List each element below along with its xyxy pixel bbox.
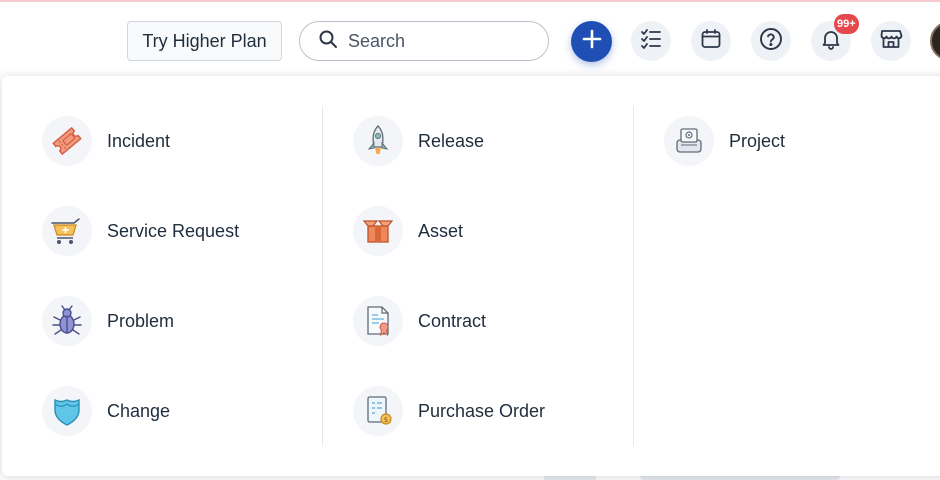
- top-header: Try Higher Plan Search 99+: [0, 0, 940, 80]
- help-button[interactable]: [751, 21, 791, 61]
- purchase-order-icon: $: [353, 386, 403, 436]
- menu-item-label: Change: [107, 400, 171, 421]
- marketplace-store-icon: [879, 27, 903, 56]
- menu-item-release[interactable]: Release: [353, 116, 484, 166]
- menu-item-project[interactable]: Project: [664, 116, 785, 166]
- menu-item-change[interactable]: Change: [42, 386, 170, 436]
- ticket-icon: [42, 116, 92, 166]
- calendar-button[interactable]: [691, 21, 731, 61]
- menu-item-label: Contract: [418, 310, 487, 331]
- menu-item-asset[interactable]: Asset: [353, 206, 463, 256]
- box-icon: [353, 206, 403, 256]
- menu-item-label: Service Request: [107, 220, 240, 241]
- menu-item-service-request[interactable]: Service Request: [42, 206, 239, 256]
- menu-item-label: Incident: [107, 130, 171, 151]
- project-kanban-icon: [664, 116, 714, 166]
- rocket-icon: [353, 116, 403, 166]
- add-icon: [581, 28, 603, 55]
- shopping-cart-icon: [42, 206, 92, 256]
- new-item-dropdown: Incident Service Request Problem Change …: [2, 76, 940, 476]
- menu-item-contract[interactable]: Contract: [353, 296, 486, 346]
- menu-item-label: Asset: [418, 220, 464, 241]
- notifications-count-badge: 99+: [834, 14, 859, 34]
- calendar-icon: [700, 28, 722, 55]
- menu-item-label: Release: [418, 130, 485, 151]
- column-divider: [633, 106, 634, 446]
- contract-certificate-icon: [353, 296, 403, 346]
- menu-item-incident[interactable]: Incident: [42, 116, 170, 166]
- column-divider: [322, 106, 323, 446]
- menu-item-problem[interactable]: Problem: [42, 296, 174, 346]
- marketplace-button[interactable]: [871, 21, 911, 61]
- svg-text:$: $: [384, 416, 388, 424]
- add-new-button[interactable]: [571, 21, 612, 62]
- try-higher-plan-button[interactable]: Try Higher Plan: [127, 21, 282, 61]
- tasks-button[interactable]: [631, 21, 671, 61]
- menu-item-label: Problem: [107, 310, 175, 331]
- user-avatar[interactable]: [930, 21, 940, 61]
- tasks-checklist-icon: [640, 28, 662, 55]
- help-icon: [759, 27, 783, 56]
- search-input[interactable]: [348, 30, 528, 52]
- search-icon: [318, 29, 338, 54]
- shield-icon: [42, 386, 92, 436]
- search-box[interactable]: [299, 21, 549, 61]
- bug-icon: [42, 296, 92, 346]
- menu-item-purchase-order[interactable]: $ Purchase Order: [353, 386, 545, 436]
- menu-item-label: Project: [729, 130, 786, 151]
- menu-item-label: Purchase Order: [418, 400, 546, 421]
